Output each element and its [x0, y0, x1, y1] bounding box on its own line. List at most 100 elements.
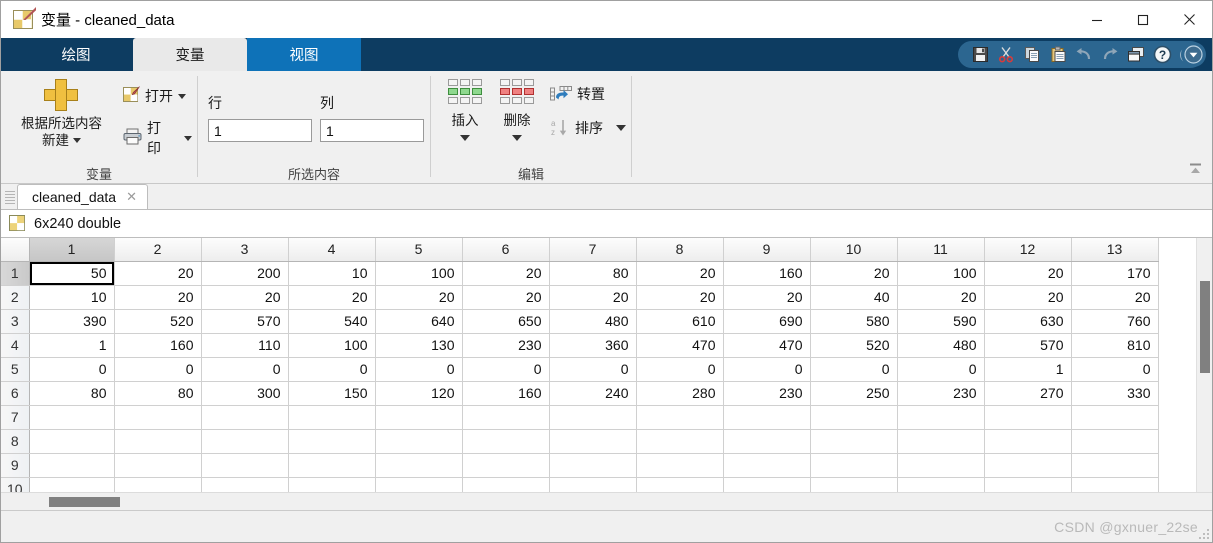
cell-4-3[interactable]: 110 [201, 333, 289, 358]
cell-6-1[interactable]: 80 [29, 381, 115, 406]
cell-4-13[interactable]: 810 [1071, 333, 1159, 358]
cell-8-6[interactable] [462, 429, 550, 454]
copy-icon[interactable] [1020, 43, 1044, 66]
cell-3-3[interactable]: 570 [201, 309, 289, 334]
new-from-selection-button[interactable]: 根据所选内容 新建 [5, 77, 118, 152]
help-icon[interactable]: ? [1150, 43, 1174, 66]
cell-10-10[interactable] [810, 477, 898, 492]
cell-9-11[interactable] [897, 453, 985, 478]
cell-2-8[interactable]: 20 [636, 285, 724, 310]
cell-2-5[interactable]: 20 [375, 285, 463, 310]
cell-2-6[interactable]: 20 [462, 285, 550, 310]
cell-9-8[interactable] [636, 453, 724, 478]
cell-9-1[interactable] [29, 453, 115, 478]
resize-grip-icon[interactable] [1199, 529, 1209, 539]
cell-5-12[interactable]: 1 [984, 357, 1072, 382]
cell-9-7[interactable] [549, 453, 637, 478]
column-header-3[interactable]: 3 [201, 238, 289, 262]
cell-4-11[interactable]: 480 [897, 333, 985, 358]
cell-1-12[interactable]: 20 [984, 261, 1072, 286]
horizontal-scrollbar[interactable] [1, 492, 1212, 510]
cell-4-4[interactable]: 100 [288, 333, 376, 358]
row-header-1[interactable]: 1 [1, 261, 30, 286]
cell-6-13[interactable]: 330 [1071, 381, 1159, 406]
cell-5-5[interactable]: 0 [375, 357, 463, 382]
cell-8-12[interactable] [984, 429, 1072, 454]
cell-7-7[interactable] [549, 405, 637, 430]
cell-9-3[interactable] [201, 453, 289, 478]
cell-10-3[interactable] [201, 477, 289, 492]
column-header-11[interactable]: 11 [897, 238, 985, 262]
cell-10-12[interactable] [984, 477, 1072, 492]
cell-1-2[interactable]: 20 [114, 261, 202, 286]
cell-2-10[interactable]: 40 [810, 285, 898, 310]
cell-9-9[interactable] [723, 453, 811, 478]
cell-4-6[interactable]: 230 [462, 333, 550, 358]
cell-7-11[interactable] [897, 405, 985, 430]
document-tab-cleaned-data[interactable]: cleaned_data ✕ [17, 184, 149, 209]
cell-6-11[interactable]: 230 [897, 381, 985, 406]
cell-3-5[interactable]: 640 [375, 309, 463, 334]
cell-7-2[interactable] [114, 405, 202, 430]
cell-1-4[interactable]: 10 [288, 261, 376, 286]
column-header-13[interactable]: 13 [1071, 238, 1159, 262]
cell-2-7[interactable]: 20 [549, 285, 637, 310]
cell-7-12[interactable] [984, 405, 1072, 430]
tab-view[interactable]: 视图 [247, 38, 361, 71]
cell-8-9[interactable] [723, 429, 811, 454]
cell-1-7[interactable]: 80 [549, 261, 637, 286]
cell-8-13[interactable] [1071, 429, 1159, 454]
cell-8-5[interactable] [375, 429, 463, 454]
cell-10-9[interactable] [723, 477, 811, 492]
cell-4-2[interactable]: 160 [114, 333, 202, 358]
cell-5-3[interactable]: 0 [201, 357, 289, 382]
cell-2-13[interactable]: 20 [1071, 285, 1159, 310]
insert-button[interactable]: 插入 [439, 77, 491, 143]
cell-7-6[interactable] [462, 405, 550, 430]
column-header-1[interactable]: 1 [29, 238, 115, 262]
cell-7-4[interactable] [288, 405, 376, 430]
cell-9-6[interactable] [462, 453, 550, 478]
cell-7-1[interactable] [29, 405, 115, 430]
column-header-7[interactable]: 7 [549, 238, 637, 262]
cell-10-7[interactable] [549, 477, 637, 492]
cell-6-5[interactable]: 120 [375, 381, 463, 406]
open-variable-button[interactable]: 打开 [118, 83, 197, 109]
cell-6-9[interactable]: 230 [723, 381, 811, 406]
cell-3-10[interactable]: 580 [810, 309, 898, 334]
row-header-6[interactable]: 6 [1, 381, 30, 406]
cell-2-11[interactable]: 20 [897, 285, 985, 310]
row-header-2[interactable]: 2 [1, 285, 30, 310]
undo-icon[interactable] [1072, 43, 1096, 66]
cell-10-4[interactable] [288, 477, 376, 492]
cell-10-1[interactable] [29, 477, 115, 492]
cell-4-7[interactable]: 360 [549, 333, 637, 358]
cell-4-9[interactable]: 470 [723, 333, 811, 358]
row-header-5[interactable]: 5 [1, 357, 30, 382]
column-header-9[interactable]: 9 [723, 238, 811, 262]
cell-10-11[interactable] [897, 477, 985, 492]
cell-10-13[interactable] [1071, 477, 1159, 492]
cell-2-2[interactable]: 20 [114, 285, 202, 310]
cell-3-11[interactable]: 590 [897, 309, 985, 334]
cell-8-3[interactable] [201, 429, 289, 454]
cell-1-11[interactable]: 100 [897, 261, 985, 286]
cell-3-6[interactable]: 650 [462, 309, 550, 334]
grid-corner[interactable] [1, 238, 30, 262]
cell-9-13[interactable] [1071, 453, 1159, 478]
cell-1-1[interactable]: 50 [29, 261, 115, 286]
cell-3-7[interactable]: 480 [549, 309, 637, 334]
column-header-12[interactable]: 12 [984, 238, 1072, 262]
drag-grip-icon[interactable] [5, 187, 15, 207]
cell-6-10[interactable]: 250 [810, 381, 898, 406]
column-header-6[interactable]: 6 [462, 238, 550, 262]
print-variable-button[interactable]: 打印 [118, 115, 197, 161]
cell-8-2[interactable] [114, 429, 202, 454]
cell-1-13[interactable]: 170 [1071, 261, 1159, 286]
cell-3-12[interactable]: 630 [984, 309, 1072, 334]
cut-icon[interactable] [994, 43, 1018, 66]
cell-5-7[interactable]: 0 [549, 357, 637, 382]
cell-10-8[interactable] [636, 477, 724, 492]
cell-4-10[interactable]: 520 [810, 333, 898, 358]
cell-8-10[interactable] [810, 429, 898, 454]
